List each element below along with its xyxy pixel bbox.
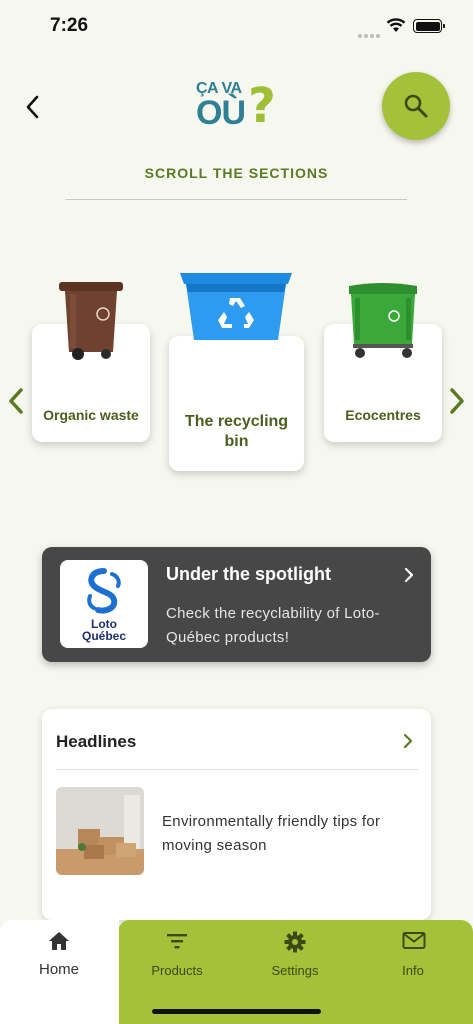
logo-line-2: Québec <box>81 629 126 643</box>
logo-question-mark: ? <box>248 78 276 134</box>
card-label: Ecocentres <box>345 407 421 423</box>
brown-bin-icon <box>59 282 123 360</box>
back-button[interactable] <box>18 90 48 124</box>
home-icon <box>49 932 69 950</box>
tab-products[interactable]: Products <box>118 920 236 1010</box>
card-label: Organic waste <box>43 407 139 423</box>
signal-icon <box>358 25 382 43</box>
divider <box>66 199 407 200</box>
search-icon <box>404 94 428 118</box>
carousel-next-button[interactable] <box>446 386 468 416</box>
spotlight-card[interactable]: Loto Québec Under the spotlight Check th… <box>42 547 431 662</box>
spotlight-description: Check the recyclability of Loto-Québec p… <box>166 605 380 646</box>
tab-label: Products <box>151 963 203 978</box>
battery-icon <box>413 19 445 33</box>
tab-info[interactable]: Info <box>354 920 472 1010</box>
headline-item[interactable]: Environmentally friendly tips for moving… <box>42 779 431 889</box>
tab-label: Settings <box>271 963 319 978</box>
logo-text: Loto Québec <box>60 618 148 642</box>
search-button[interactable] <box>382 72 450 140</box>
tab-settings[interactable]: Settings <box>236 920 354 1010</box>
divider <box>56 769 418 770</box>
blue-recycling-bin-icon <box>180 273 292 340</box>
headline-thumbnail <box>56 787 144 875</box>
card-label: The recycling bin <box>184 413 289 450</box>
headline-text: Environmentally friendly tips for moving… <box>162 813 381 854</box>
wifi-icon <box>386 18 406 32</box>
gear-icon <box>284 931 306 953</box>
chevron-left-icon <box>26 95 39 119</box>
section-title: SCROLL THE SECTIONS <box>144 165 329 181</box>
tab-label: Home <box>38 961 79 978</box>
home-indicator <box>152 1009 321 1014</box>
green-dumpster-icon <box>349 283 417 358</box>
chevron-right-icon <box>450 388 464 414</box>
filter-icon <box>167 934 187 949</box>
carousel-prev-button[interactable] <box>5 386 27 416</box>
loto-quebec-logo: Loto Québec <box>60 560 148 648</box>
loto-quebec-icon <box>87 568 121 614</box>
status-time: 7:26 <box>50 15 89 36</box>
headlines-more-button[interactable] <box>401 733 415 749</box>
tab-home[interactable]: Home <box>0 920 118 1010</box>
chevron-right-icon <box>404 567 414 583</box>
headlines-card: Headlines Environmentally friendly tips … <box>42 709 431 920</box>
headlines-title: Headlines <box>56 732 137 751</box>
spotlight-title: Under the spotlight <box>166 564 331 584</box>
tab-label: Info <box>402 963 424 978</box>
app-logo: ÇA VA OÙ ? <box>192 78 282 136</box>
status-bar: 7:26 <box>0 0 473 54</box>
mail-icon <box>402 932 426 949</box>
carousel-card-recycling-bin[interactable]: The recycling bin <box>169 336 304 471</box>
chevron-left-icon <box>9 388 23 414</box>
logo-text-main: OÙ <box>196 94 246 132</box>
moving-boxes-image <box>56 787 144 875</box>
